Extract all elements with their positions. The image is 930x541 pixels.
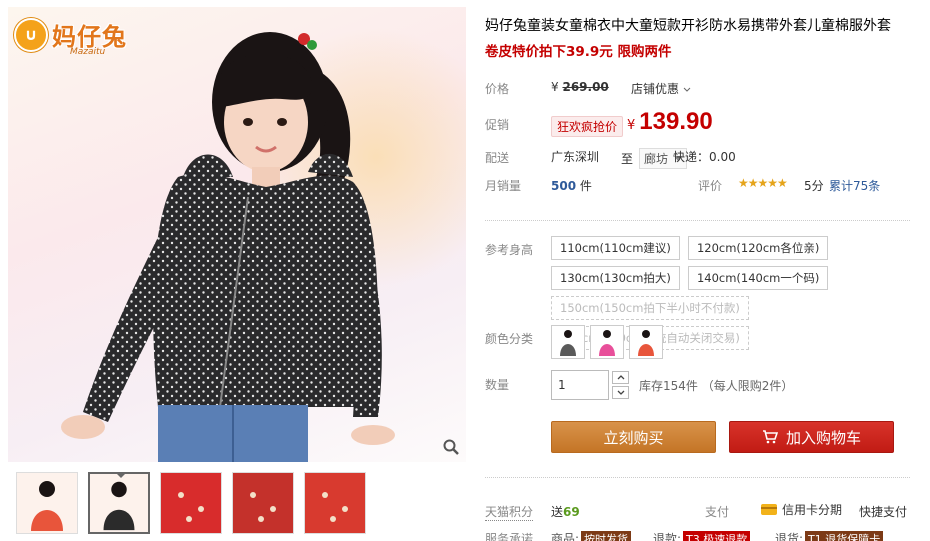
shopping-cart-icon [762,430,778,444]
thumbnail-image [90,474,148,532]
promise-shipping-prefix: 商品: [551,532,580,541]
promise-return-tag: T1 退货保障卡 [805,530,884,541]
size-option[interactable]: 110cm(110cm建议) [551,236,680,260]
promise-return[interactable]: 退货: T1 退货保障卡 [775,530,884,541]
credit-installment[interactable]: 信用卡分期 [761,501,842,518]
thumbnail-5[interactable] [304,472,366,534]
points-amount: 69 [563,505,580,519]
chevron-down-icon [683,87,691,92]
color-label: 颜色分类 [485,332,534,346]
shipping-fee: 快递：0.00 [673,150,736,164]
thumbnail-2[interactable] [88,472,150,534]
color-swatch-2[interactable] [590,325,624,359]
promise-refund-prefix: 退款: [653,532,682,541]
size-option[interactable]: 140cm(140cm一个码) [687,266,829,290]
ship-from: 广东深圳 [551,150,600,164]
color-swatch-image [638,330,654,356]
main-product-image[interactable]: ∪ 妈仔兔 Mazaitu [8,7,466,462]
product-gallery: ∪ 妈仔兔 Mazaitu [8,7,466,534]
points-value: 送69 [551,503,580,520]
monthly-sales-count: 500 [551,179,577,193]
color-swatch-image [560,330,576,356]
increment-button[interactable] [612,371,629,384]
chevron-down-icon [617,390,624,395]
monthly-sales-label: 月销量 [485,179,522,193]
size-label: 参考身高 [485,243,534,257]
rabbit-logo-icon: ∪ [14,17,48,52]
rating-label: 评价 [698,179,723,193]
rating-score: 5分 [804,179,824,193]
divider [485,477,910,478]
destination-value: 廊坊 [644,152,669,166]
original-price: ¥ 269.00 [551,80,609,94]
credit-card-icon [761,504,777,515]
payment-label: 支付 [705,505,730,519]
promise-return-prefix: 退货: [775,532,804,541]
color-swatch-3[interactable] [629,325,663,359]
monthly-sales: 500 件 [551,177,592,194]
color-swatch-image [599,330,615,356]
promise-shipping-tag: 按时发货 [581,530,632,541]
quick-pay[interactable]: 快捷支付 [859,503,907,520]
promo-line: 卷皮特价拍下39.9元 限购两件 [485,44,672,60]
rating-stars: ★★★★★ [738,176,788,190]
add-to-cart-label: 加入购物车 [785,428,861,447]
zoom-magnifier-icon[interactable] [442,438,460,456]
thumbnail-image [305,473,365,533]
promise-shipping[interactable]: 商品: 按时发货 [551,530,632,541]
thumbnail-image [17,473,77,533]
shipping-label: 配送 [485,151,510,165]
review-count-link[interactable]: 累计75条 [829,177,880,194]
size-option[interactable]: 120cm(120cm各位亲) [687,236,829,260]
quantity-input[interactable] [551,370,609,400]
promise-refund[interactable]: 退款: T3 极速退款 [653,530,751,541]
promotion-price: ¥139.90 [627,108,713,136]
ship-to-word: 至 [621,152,634,166]
currency-symbol: ¥ [551,80,559,94]
quantity-control: 库存154件 （每人限购2件） [551,370,793,400]
promotion-price-value: 139.90 [639,108,713,135]
promotion-label: 促销 [485,118,510,132]
points-label[interactable]: 天猫积分 [485,503,534,521]
quantity-stepper [612,371,629,399]
thumbnail-3[interactable] [160,472,222,534]
points-prefix: 送 [551,505,564,519]
stock-info: 库存154件 （每人限购2件） [639,378,794,393]
original-price-value: 269.00 [562,80,609,94]
thumbnail-image [233,473,293,533]
shop-discount-label: 店铺优惠 [631,82,680,96]
color-swatches [551,325,663,359]
brand-logo: ∪ 妈仔兔 Mazaitu [14,17,127,57]
product-title: 妈仔兔童装女童棉衣中大童短款开衫防水易携带外套儿童棉服外套 [485,18,891,34]
promotion-currency: ¥ [627,118,636,133]
quantity-label: 数量 [485,378,510,392]
buy-now-button[interactable]: 立刻购买 [551,421,716,453]
promotion-badge: 狂欢疯抢价 [551,116,624,137]
thumbnail-strip [8,472,466,534]
brand-logo-subtext: Mazaitu [70,47,106,57]
divider [485,220,910,221]
service-promise-label[interactable]: 服务承诺 [485,530,533,541]
color-swatch-1[interactable] [551,325,585,359]
thumbnail-image [161,473,221,533]
buy-now-label: 立刻购买 [603,428,664,447]
decrement-button[interactable] [612,386,629,399]
credit-installment-label: 信用卡分期 [782,503,843,517]
price-label: 价格 [485,82,510,96]
promise-refund-tag: T3 极速退款 [683,530,751,541]
girl-in-jacket-image [61,32,395,462]
shop-discount-dropdown[interactable]: 店铺优惠 [631,80,691,97]
size-option[interactable]: 130cm(130cm拍大) [551,266,680,290]
chevron-up-icon [617,375,624,380]
thumbnail-4[interactable] [232,472,294,534]
thumbnail-1[interactable] [16,472,78,534]
monthly-sales-unit: 件 [579,179,592,193]
add-to-cart-button[interactable]: 加入购物车 [729,421,894,453]
size-option: 150cm(150cm拍下半小时不付款) [551,296,749,320]
